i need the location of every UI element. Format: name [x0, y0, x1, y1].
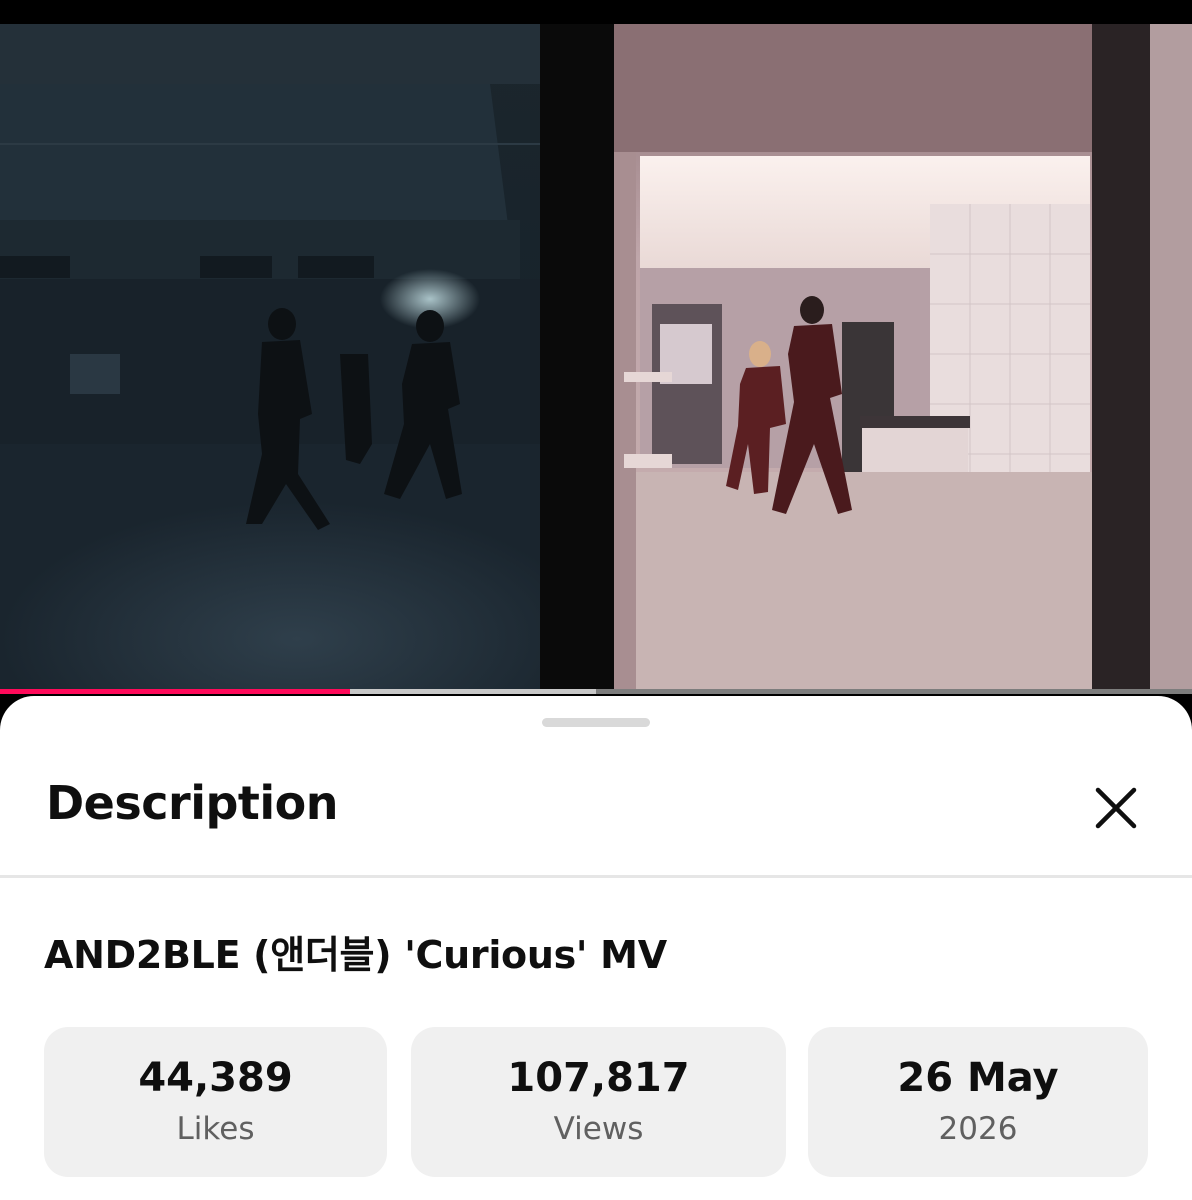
- views-count: 107,817: [507, 1055, 690, 1101]
- stat-date[interactable]: 26 May 2026: [808, 1027, 1148, 1177]
- stat-likes[interactable]: 44,389 Likes: [44, 1027, 387, 1177]
- divider: [0, 875, 1192, 878]
- close-icon: [1095, 787, 1137, 829]
- drag-handle[interactable]: [542, 718, 650, 727]
- likes-count: 44,389: [138, 1055, 293, 1101]
- upload-date: 26 May: [897, 1055, 1059, 1101]
- description-sheet: Description AND2BLE (앤더블) 'Curious' MV 4…: [0, 696, 1192, 1200]
- video-title: AND2BLE (앤더블) 'Curious' MV: [44, 933, 667, 977]
- views-label: Views: [553, 1111, 644, 1147]
- sheet-title: Description: [46, 776, 339, 830]
- video-player[interactable]: [0, 24, 1192, 694]
- likes-label: Likes: [176, 1111, 255, 1147]
- screen: Description AND2BLE (앤더블) 'Curious' MV 4…: [0, 0, 1192, 1200]
- upload-year: 2026: [938, 1111, 1018, 1147]
- close-button[interactable]: [1088, 780, 1144, 836]
- video-frame: [0, 24, 1192, 694]
- progress-bar[interactable]: [0, 689, 1192, 694]
- stat-views[interactable]: 107,817 Views: [411, 1027, 786, 1177]
- progress-played: [0, 689, 351, 694]
